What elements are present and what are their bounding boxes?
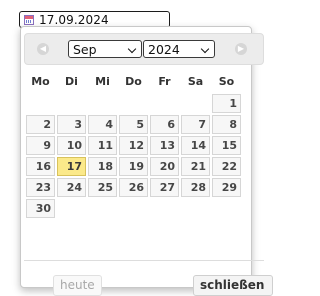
day-cell[interactable]: 6 — [150, 115, 179, 134]
month-select[interactable]: Sep — [68, 40, 142, 58]
calendar-week-row: 16 17 18 19 20 21 22 — [26, 156, 241, 177]
day-cell[interactable]: 27 — [150, 178, 179, 197]
day-cell[interactable]: 14 — [181, 136, 210, 155]
day-cell[interactable]: 10 — [57, 136, 86, 155]
day-cell[interactable]: 9 — [26, 136, 55, 155]
day-cell[interactable]: 18 — [88, 157, 117, 176]
weekday-header-row: Mo Di Mi Do Fr Sa So — [26, 69, 241, 93]
day-cell[interactable]: 26 — [119, 178, 148, 197]
today-button[interactable]: heute — [53, 275, 102, 296]
calendar-week-row: 9 10 11 12 13 14 15 — [26, 135, 241, 156]
calendar-week-row: 30 — [26, 198, 241, 219]
empty-day-cell — [88, 94, 117, 113]
day-cell[interactable]: 19 — [119, 157, 148, 176]
empty-day-cell — [88, 199, 117, 218]
empty-day-cell — [26, 94, 55, 113]
empty-day-cell — [150, 94, 179, 113]
day-cell[interactable]: 3 — [57, 115, 86, 134]
day-cell[interactable]: 20 — [150, 157, 179, 176]
day-cell[interactable]: 8 — [212, 115, 241, 134]
day-cell[interactable]: 25 — [88, 178, 117, 197]
empty-day-cell — [119, 199, 148, 218]
weekday-label: Sa — [187, 74, 204, 88]
empty-day-cell — [150, 199, 179, 218]
empty-day-cell — [181, 94, 210, 113]
year-select[interactable]: 2024 — [143, 40, 215, 58]
empty-day-cell — [212, 199, 241, 218]
calendar-week-row: 2345678 — [26, 114, 241, 135]
day-cell[interactable]: 22 — [212, 157, 241, 176]
empty-day-cell — [119, 94, 148, 113]
day-cell[interactable]: 1 — [212, 94, 241, 113]
day-cell[interactable]: 16 — [26, 157, 55, 176]
weekday-label: Do — [125, 74, 142, 88]
empty-day-cell — [57, 94, 86, 113]
day-cell[interactable]: 23 — [26, 178, 55, 197]
day-cell[interactable]: 2 — [26, 115, 55, 134]
day-cell[interactable]: 4 — [88, 115, 117, 134]
day-cell[interactable]: 15 — [212, 136, 241, 155]
empty-day-cell — [57, 199, 86, 218]
calendar-icon — [24, 14, 34, 25]
datepicker-popup: ◀ Sep 2024 ▶ Mo Di Mi Do Fr Sa So 123456… — [20, 26, 273, 296]
month-select-value: Sep — [73, 41, 97, 57]
day-cell[interactable]: 11 — [88, 136, 117, 155]
day-cell[interactable]: 29 — [212, 178, 241, 197]
weekday-label: Mo — [31, 74, 50, 88]
calendar-grid: Mo Di Mi Do Fr Sa So 1 2 3 4 5 6 7 8 9 10 11 12 13 14… — [24, 69, 243, 219]
day-cell[interactable]: 12 — [119, 136, 148, 155]
calendar-week-row: 23 24 25 26 27 28 29 — [26, 177, 241, 198]
datepicker-header: ◀ Sep 2024 ▶ — [24, 33, 264, 65]
footer-divider — [24, 260, 264, 261]
weekday-label: Di — [65, 74, 78, 88]
day-cell[interactable]: 21 — [181, 157, 210, 176]
chevron-down-icon — [127, 44, 137, 54]
year-select-value: 2024 — [148, 41, 180, 57]
day-cell[interactable]: 24 — [57, 178, 86, 197]
day-cell[interactable]: 7 — [181, 115, 210, 134]
day-cell[interactable]: 5 — [119, 115, 148, 134]
day-cell[interactable]: 30 — [26, 199, 55, 218]
empty-day-cell — [181, 199, 210, 218]
weekday-label: So — [218, 74, 235, 88]
day-cell-selected[interactable]: 17 — [57, 157, 86, 176]
chevron-left-icon[interactable]: ◀ — [37, 43, 49, 55]
day-cell[interactable]: 13 — [150, 136, 179, 155]
weekday-label: Mi — [95, 74, 110, 88]
chevron-down-icon — [200, 44, 210, 54]
calendar-week-row: 1 — [26, 93, 241, 114]
date-input-value: 17.09.2024 — [39, 12, 109, 27]
day-cell[interactable]: 28 — [181, 178, 210, 197]
close-button[interactable]: schließen — [193, 275, 273, 296]
weekday-label: Fr — [158, 74, 171, 88]
chevron-right-icon[interactable]: ▶ — [235, 43, 247, 55]
